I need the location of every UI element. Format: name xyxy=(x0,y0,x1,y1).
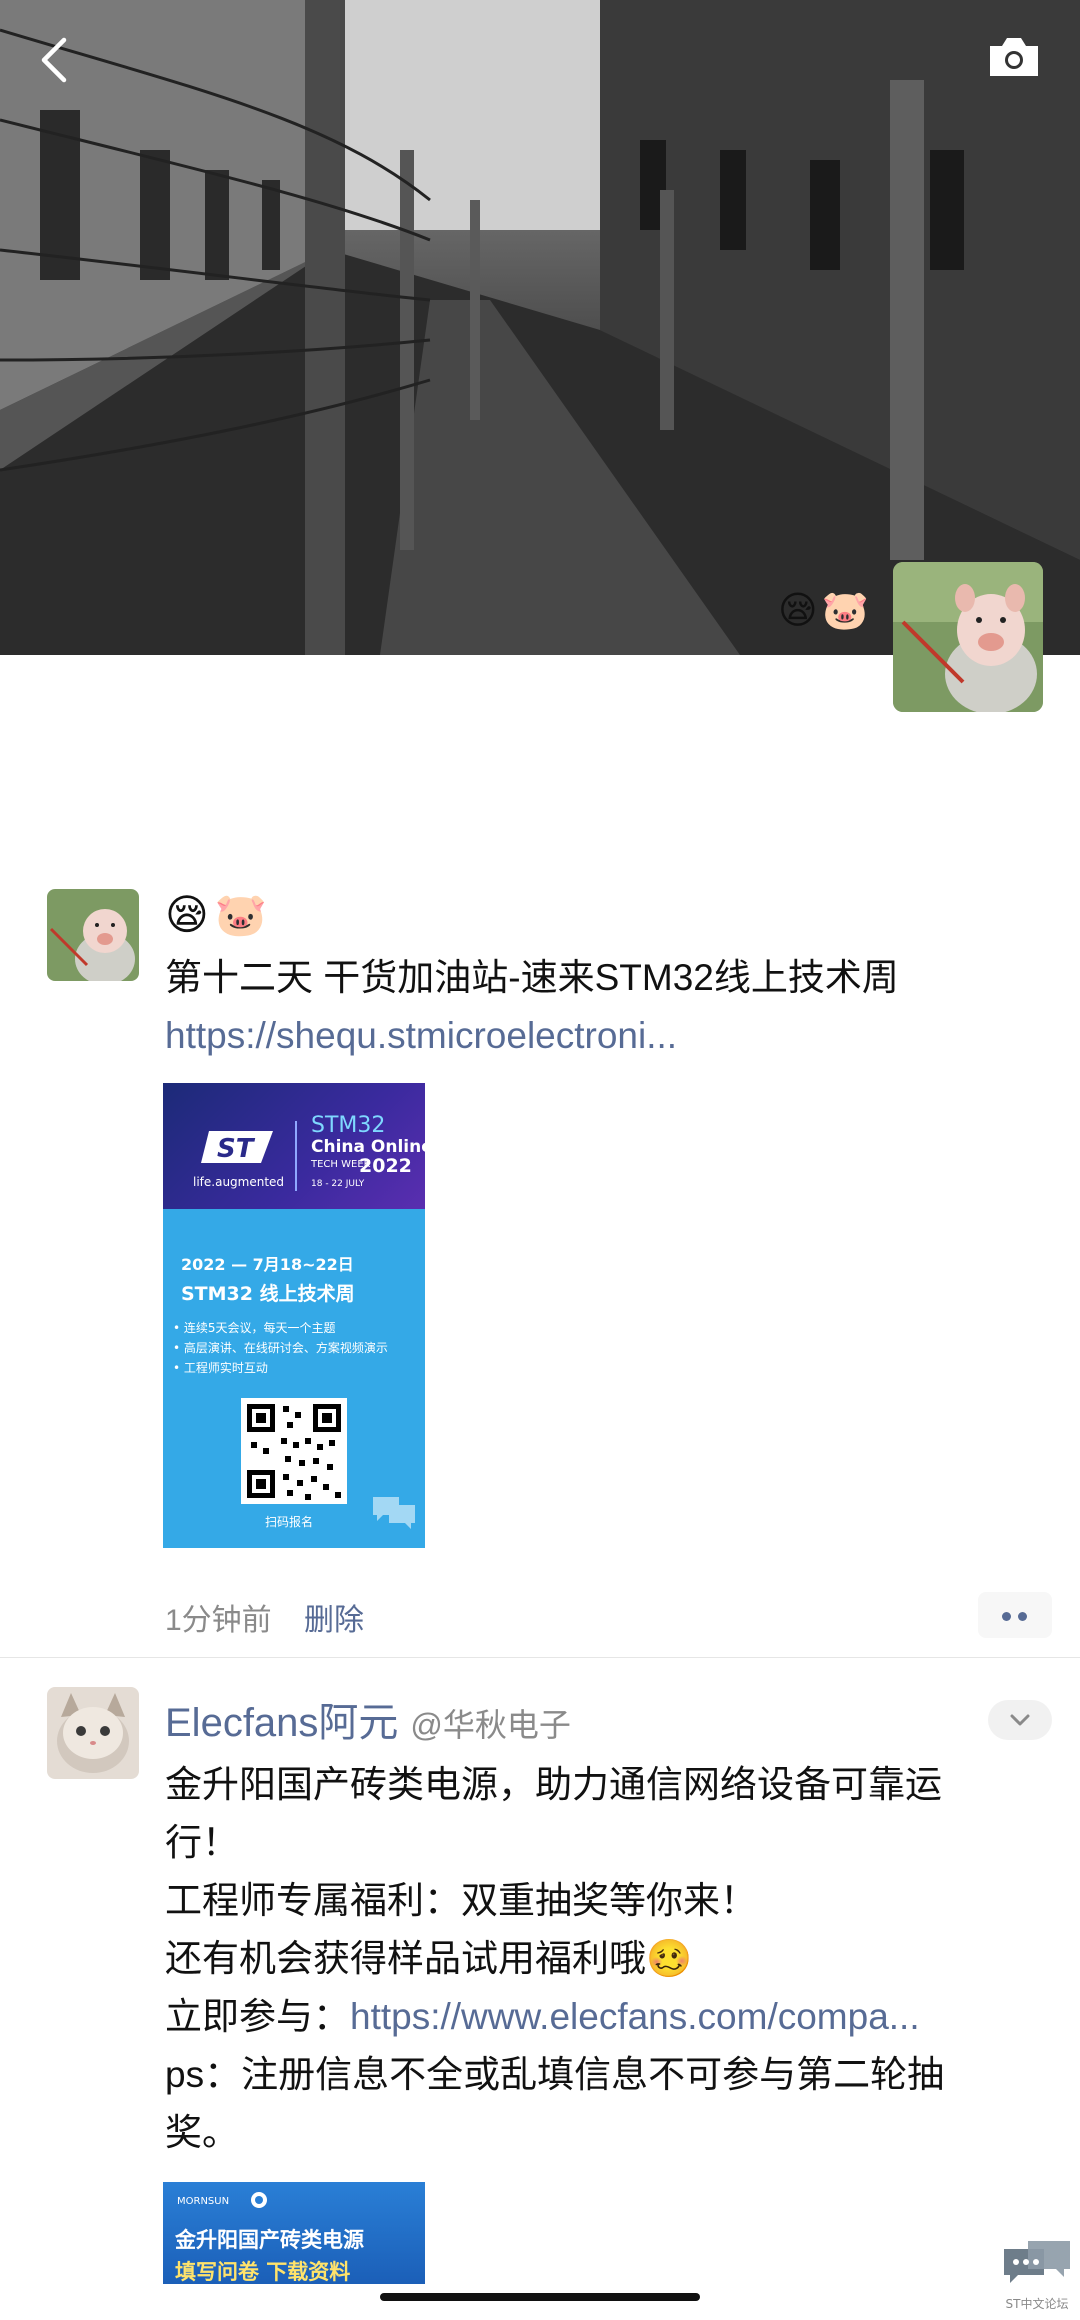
cover-image xyxy=(0,0,1080,655)
post2-line: 工程师专属福利：双重抽奖等你来！ xyxy=(165,1880,757,1921)
post2-org: @华秋电子 xyxy=(410,1707,571,1743)
watermark-text: ST中文论坛 xyxy=(1005,2297,1069,2311)
delete-button[interactable]: 删除 xyxy=(304,1604,364,1637)
cover-photo[interactable]: 😪🐷 xyxy=(0,0,1080,655)
chevron-left-icon xyxy=(41,37,67,83)
st-logo-icon: ST xyxy=(201,1131,273,1164)
pig-avatar-image xyxy=(893,562,1043,712)
dot-icon xyxy=(1002,1612,1011,1621)
poster-headline: STM32 线上技术周 xyxy=(181,1283,355,1305)
post2-author-name[interactable]: Elecfans阿元 @华秋电子 xyxy=(165,1690,571,1748)
post2-join-line: 立即参与：https://www.elecfans.com/compa... xyxy=(165,1989,920,2045)
camera-button[interactable] xyxy=(984,32,1044,82)
chevron-down-icon xyxy=(1010,1714,1030,1726)
post2-ps-line: ps：注册信息不全或乱填信息不可参与第二轮抽 xyxy=(165,2054,945,2095)
pig-avatar-image xyxy=(47,889,139,981)
banner-brand: MORNSUN xyxy=(177,2196,230,2207)
more-actions-button[interactable] xyxy=(978,1592,1052,1638)
post2-line: 金升阳国产砖类电源，助力通信网络设备可靠运 xyxy=(165,1764,942,1805)
qr-code-icon xyxy=(241,1398,347,1504)
chat-bubbles-icon xyxy=(1004,2241,1070,2283)
post1-meta: 1分钟前 删除 xyxy=(165,1595,388,1639)
poster-banner: ST life.augmented STM32 China Online TEC… xyxy=(163,1083,425,1209)
post2-ps-line: 奖。 xyxy=(165,2112,239,2153)
post1-poster-image[interactable]: ST life.augmented STM32 China Online TEC… xyxy=(163,1083,425,1548)
post1-emoji: 😪🐷 xyxy=(165,890,274,939)
post2-line: 行！ xyxy=(165,1822,239,1863)
post2-options-button[interactable] xyxy=(988,1700,1052,1740)
post2-join-prefix: 立即参与： xyxy=(165,1996,350,2037)
post2-join-link[interactable]: https://www.elecfans.com/compa... xyxy=(350,1996,920,2037)
back-button[interactable] xyxy=(28,30,88,90)
post2-banner-image[interactable]: MORNSUN 金升阳国产砖类电源 填写问卷 下载资料 xyxy=(163,2182,425,2284)
poster-dates-short: 18 - 22 JULY xyxy=(311,1179,365,1189)
poster-bullet: • 工程师实时互动 xyxy=(173,1361,268,1375)
post2-line: 还有机会获得样品试用福利哦🥴 xyxy=(165,1938,693,1979)
post2-name[interactable]: Elecfans阿元 xyxy=(165,1701,398,1745)
cat-avatar-image xyxy=(47,1687,139,1779)
camera-icon xyxy=(990,38,1038,76)
divider xyxy=(0,1657,1080,1658)
svg-text:ST: ST xyxy=(217,1134,256,1164)
post1-time: 1分钟前 xyxy=(165,1604,272,1637)
poster-tagline: life.augmented xyxy=(193,1175,285,1189)
poster-bullet: • 连续5天会议，每天一个主题 xyxy=(173,1321,336,1335)
st-forum-watermark: ST中文论坛 xyxy=(1000,2235,1074,2315)
chat-bubbles-icon xyxy=(373,1497,415,1529)
poster-bullet: • 高层演讲、在线研讨会、方案视频演示 xyxy=(173,1341,388,1355)
banner-line1: 金升阳国产砖类电源 xyxy=(175,2228,364,2252)
poster-date-line: 2022 — 7月18~22日 xyxy=(181,1255,354,1274)
poster-qr-caption: 扫码报名 xyxy=(265,1515,314,1529)
poster-year: 2022 xyxy=(359,1155,412,1177)
post1-link[interactable]: https://shequ.stmicroelectroni... xyxy=(165,1008,677,1064)
banner-line2: 填写问卷 下载资料 xyxy=(175,2260,351,2284)
post2-author-avatar[interactable] xyxy=(47,1687,139,1779)
profile-avatar[interactable] xyxy=(893,562,1043,712)
home-indicator[interactable] xyxy=(380,2293,700,2301)
poster-china-online: China Online xyxy=(311,1137,425,1157)
post1-title: 第十二天 干货加油站-速来STM32线上技术周 xyxy=(165,957,899,998)
cover-emoji: 😪🐷 xyxy=(778,588,873,632)
dot-icon xyxy=(1018,1612,1027,1621)
poster-stm32: STM32 xyxy=(311,1113,386,1138)
partner-logo-icon xyxy=(251,2192,267,2208)
post1-author-avatar[interactable] xyxy=(47,889,139,981)
